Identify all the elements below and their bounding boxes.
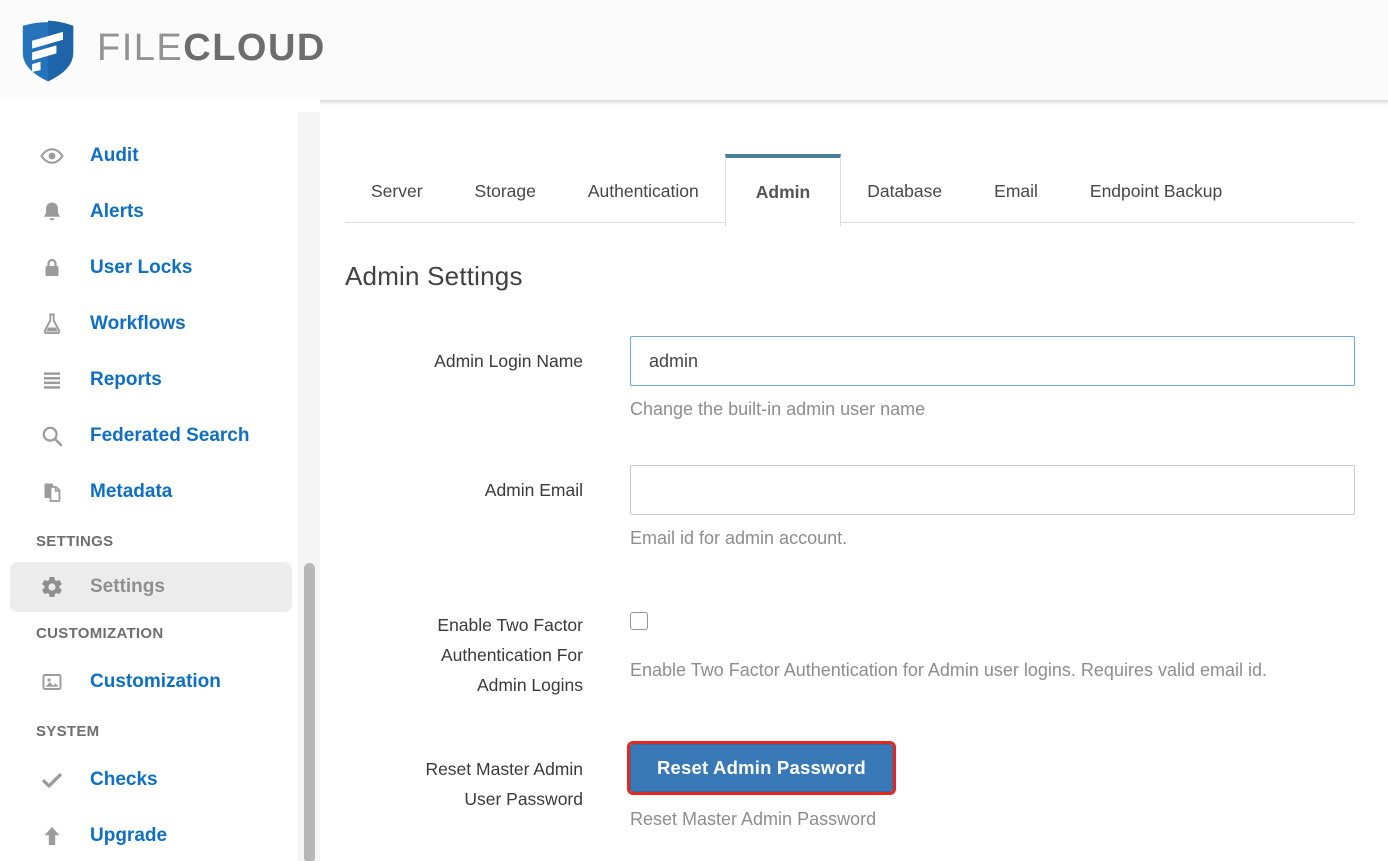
sidebar-item-label: Metadata bbox=[90, 481, 173, 502]
sidebar-scrollbar-thumb[interactable] bbox=[304, 563, 315, 861]
tab-database[interactable]: Database bbox=[841, 160, 968, 222]
sidebar-item-label: Customization bbox=[90, 671, 221, 692]
tab-email[interactable]: Email bbox=[968, 160, 1064, 222]
sidebar-item-label: Alerts bbox=[90, 201, 144, 222]
list-icon bbox=[40, 368, 64, 392]
page-title: Admin Settings bbox=[345, 261, 523, 291]
filecloud-logo[interactable]: FILECLOUD bbox=[20, 16, 326, 84]
admin-email-label: Admin Email bbox=[484, 480, 583, 500]
sidebar-scrollbar-track[interactable] bbox=[298, 112, 320, 861]
sidebar-item-label: Audit bbox=[90, 145, 139, 166]
two-factor-row: Enable Two Factor Authentication For Adm… bbox=[345, 610, 1355, 700]
brand-cloud: CLOUD bbox=[183, 27, 326, 69]
admin-email-row: Admin Email Email id for admin account. bbox=[345, 465, 1355, 552]
reset-admin-password-button[interactable]: Reset Admin Password bbox=[627, 741, 896, 795]
brand-file: FILE bbox=[97, 27, 184, 69]
reset-admin-password-row: Reset Master Admin User Password Reset A… bbox=[345, 741, 1355, 833]
reset-admin-password-help: Reset Master Admin Password bbox=[630, 809, 877, 829]
reset-admin-password-label: Reset Master Admin User Password bbox=[425, 759, 583, 809]
sidebar-item-customization[interactable]: Customization bbox=[0, 654, 320, 710]
sidebar-item-user-locks[interactable]: User Locks bbox=[0, 240, 320, 296]
tab-admin[interactable]: Admin bbox=[724, 154, 842, 226]
admin-login-name-help: Change the built-in admin user name bbox=[630, 399, 926, 419]
brand-name: FILECLOUD bbox=[97, 29, 326, 71]
admin-login-name-label: Admin Login Name bbox=[434, 351, 583, 371]
admin-login-name-input[interactable] bbox=[630, 336, 1355, 386]
two-factor-checkbox[interactable] bbox=[630, 612, 648, 630]
arrow-up-icon bbox=[40, 824, 64, 848]
sidebar-item-federated-search[interactable]: Federated Search bbox=[0, 408, 320, 464]
admin-settings-form: Admin Login Name Change the built-in adm… bbox=[345, 336, 1355, 833]
admin-login-name-row: Admin Login Name Change the built-in adm… bbox=[345, 336, 1355, 423]
sidebar-item-workflows[interactable]: Workflows bbox=[0, 296, 320, 352]
sidebar-item-reports[interactable]: Reports bbox=[0, 352, 320, 408]
search-icon bbox=[40, 424, 64, 448]
sidebar-item-alerts[interactable]: Alerts bbox=[0, 184, 320, 240]
tab-server[interactable]: Server bbox=[345, 160, 449, 222]
sidebar-item-label: Checks bbox=[90, 769, 158, 790]
sidebar-item-upgrade[interactable]: Upgrade bbox=[0, 808, 320, 861]
sidebar-item-label: Reports bbox=[90, 369, 162, 390]
sidebar-section-system: SYSTEM bbox=[36, 723, 100, 740]
sidebar-section-customization: CUSTOMIZATION bbox=[36, 625, 164, 642]
sidebar-item-label: User Locks bbox=[90, 257, 193, 278]
app-header: FILECLOUD bbox=[0, 0, 1388, 108]
tab-storage[interactable]: Storage bbox=[449, 160, 562, 222]
eye-icon bbox=[40, 144, 64, 168]
settings-tab-bar: Server Storage Authentication Admin Data… bbox=[345, 154, 1355, 226]
filecloud-shield-icon bbox=[22, 20, 74, 82]
sidebar-item-label: Settings bbox=[90, 576, 165, 597]
sidebar-item-label: Federated Search bbox=[90, 425, 250, 446]
pages-icon bbox=[40, 480, 64, 504]
sidebar-section-settings: SETTINGS bbox=[36, 533, 114, 550]
check-icon bbox=[40, 768, 64, 792]
two-factor-label: Enable Two Factor Authentication For Adm… bbox=[437, 615, 583, 695]
sidebar-item-checks[interactable]: Checks bbox=[0, 752, 320, 808]
sidebar-item-label: Workflows bbox=[90, 313, 186, 334]
sidebar-item-audit[interactable]: Audit bbox=[0, 128, 320, 184]
sidebar-item-settings[interactable]: Settings bbox=[10, 562, 292, 612]
admin-email-help: Email id for admin account. bbox=[630, 528, 848, 548]
two-factor-help: Enable Two Factor Authentication for Adm… bbox=[630, 660, 1268, 680]
admin-email-input[interactable] bbox=[630, 465, 1355, 515]
tab-endpoint-backup[interactable]: Endpoint Backup bbox=[1064, 160, 1248, 222]
lock-icon bbox=[40, 256, 64, 280]
flask-icon bbox=[40, 312, 64, 336]
gear-icon bbox=[40, 575, 64, 599]
bell-icon bbox=[40, 200, 64, 224]
sidebar-item-metadata[interactable]: Metadata bbox=[0, 464, 320, 520]
main-content: Server Storage Authentication Admin Data… bbox=[320, 100, 1388, 861]
tab-authentication[interactable]: Authentication bbox=[562, 160, 725, 222]
image-icon bbox=[40, 670, 64, 694]
sidebar: Audit Alerts User Locks Workflows Report bbox=[0, 100, 320, 861]
sidebar-item-label: Upgrade bbox=[90, 825, 168, 846]
